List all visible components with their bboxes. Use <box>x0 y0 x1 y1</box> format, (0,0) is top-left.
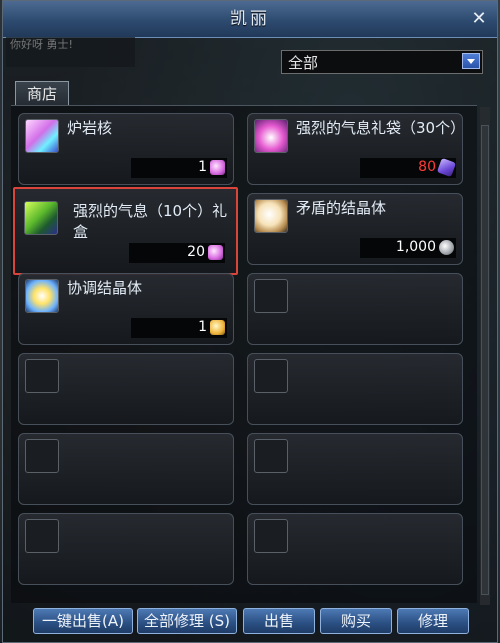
filter-selected-value: 全部 <box>288 54 319 72</box>
close-icon[interactable]: ✕ <box>469 9 489 29</box>
empty-slot-icon <box>25 359 59 393</box>
price-box: 1 <box>131 318 227 338</box>
empty-slot <box>247 353 463 425</box>
item-price: 1 <box>198 319 207 335</box>
empty-slot <box>18 433 234 505</box>
empty-slot <box>247 433 463 505</box>
empty-slot-icon <box>254 279 288 313</box>
item-name: 强烈的气息（10个）礼盒 <box>73 202 228 241</box>
gold-crystal-icon <box>210 320 225 335</box>
empty-slot-icon <box>254 439 288 473</box>
item-name: 矛盾的结晶体 <box>296 199 387 217</box>
item-price: 1,000 <box>395 239 436 255</box>
shop-item-selected[interactable]: 强烈的气息（10个）礼盒 20 <box>13 187 238 275</box>
price-box: 80 <box>360 157 457 178</box>
sell-button[interactable]: 出售 <box>243 608 315 634</box>
gift-box-icon <box>24 201 58 235</box>
crystal-icon <box>254 199 288 233</box>
violet-crystal-icon <box>436 157 457 178</box>
item-name: 炉岩核 <box>67 119 113 137</box>
empty-slot-icon <box>25 519 59 553</box>
npc-greeting: 你好呀 勇士! <box>6 37 135 67</box>
empty-slot-icon <box>25 439 59 473</box>
silver-coin-icon <box>439 240 454 255</box>
item-name: 强烈的气息礼袋（30个） <box>296 119 466 137</box>
tab-shop[interactable]: 商店 <box>15 81 69 106</box>
gift-bag-icon <box>254 119 288 153</box>
harmony-crystal-icon <box>25 279 59 313</box>
price-box: 1,000 <box>360 238 456 258</box>
window-title: 凯丽 <box>3 1 497 38</box>
item-price: 1 <box>198 159 207 175</box>
sell-all-button[interactable]: 一键出售(A) <box>33 608 133 634</box>
pink-gem-icon <box>208 245 223 260</box>
item-price: 20 <box>187 244 205 260</box>
shop-item[interactable]: 炉岩核 1 <box>18 113 234 185</box>
shop-item[interactable]: 矛盾的结晶体 1,000 <box>247 193 463 265</box>
empty-slot <box>247 513 463 585</box>
price-box: 20 <box>129 243 225 263</box>
lava-core-icon <box>25 119 59 153</box>
repair-all-button[interactable]: 全部修理 (S) <box>137 608 237 634</box>
category-filter-select[interactable]: 全部 <box>281 50 483 74</box>
price-box: 1 <box>131 158 227 178</box>
item-name: 协调结晶体 <box>67 279 143 297</box>
shop-item[interactable]: 协调结晶体 1 <box>18 273 234 345</box>
empty-slot-icon <box>254 359 288 393</box>
item-price: 80 <box>418 159 436 175</box>
shop-item[interactable]: 强烈的气息礼袋（30个） 80 <box>247 113 466 185</box>
pink-gem-icon <box>210 160 225 175</box>
empty-slot <box>18 353 234 425</box>
buy-button[interactable]: 购买 <box>320 608 392 634</box>
repair-button[interactable]: 修理 <box>397 608 469 634</box>
chevron-down-icon[interactable] <box>462 53 480 69</box>
empty-slot <box>18 513 234 585</box>
empty-slot <box>247 273 463 345</box>
scrollbar-thumb[interactable] <box>481 125 489 595</box>
empty-slot-icon <box>254 519 288 553</box>
